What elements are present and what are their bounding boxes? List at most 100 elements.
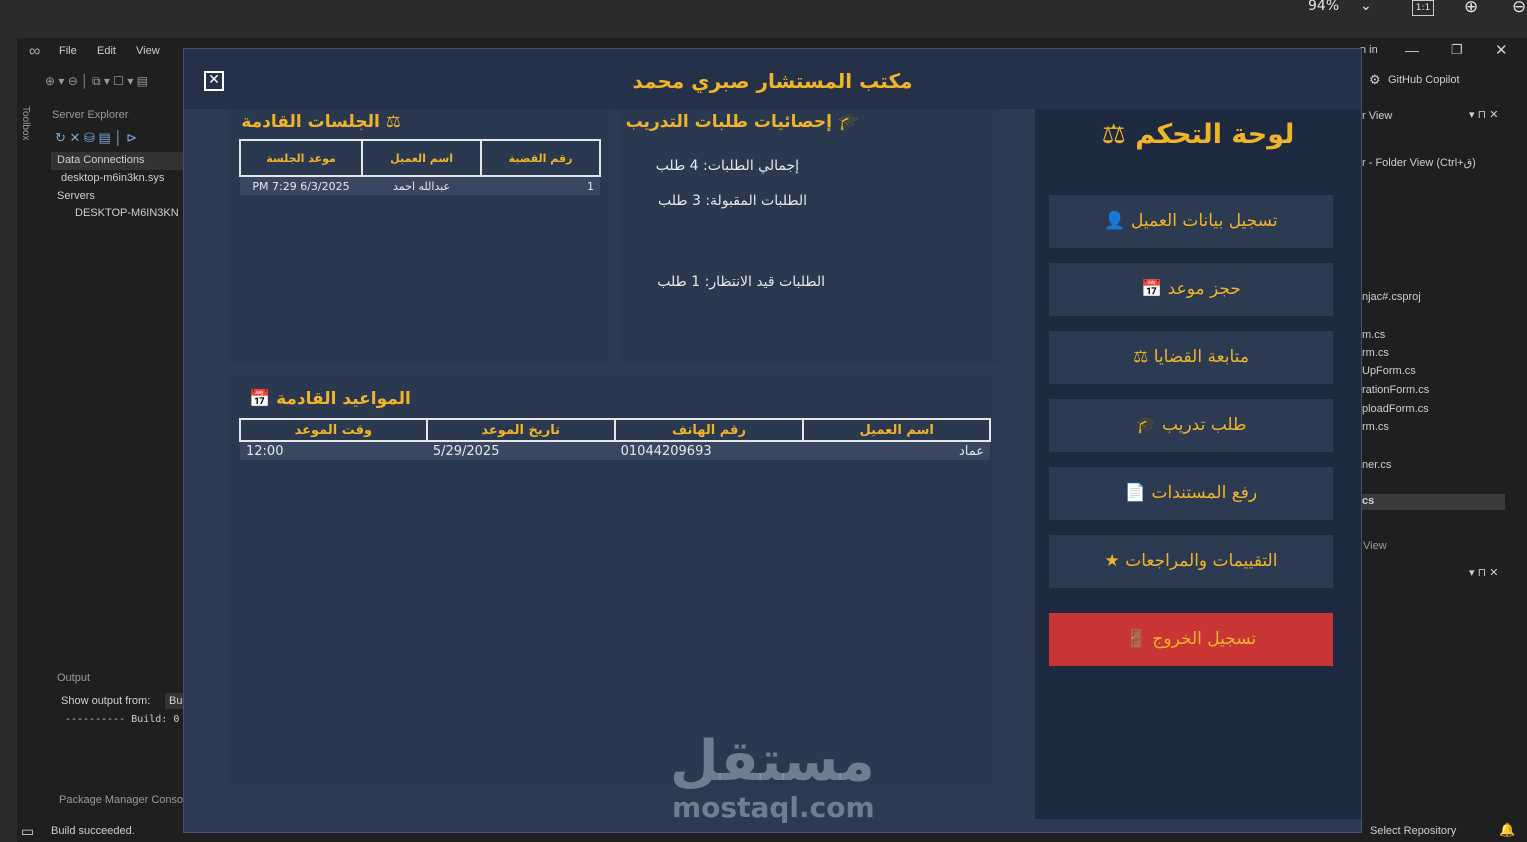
appointments-card: المواعيد القادمة 📅 اسم العميل رقم الهاتف…	[229, 374, 999, 784]
copilot-icon: ⚙	[1369, 72, 1381, 87]
toolbox-tab[interactable]: Toolbox	[17, 100, 35, 840]
graduation-cap-icon: 🎓	[837, 112, 859, 132]
pane-controls-2[interactable]: ▾ ⊓ ✕	[1469, 566, 1498, 579]
folder-view-search[interactable]: r - Folder View (Ctrl+ق)	[1362, 156, 1476, 169]
cell-phone: 01044209693	[614, 441, 804, 460]
cell-client-name: عماد	[803, 441, 990, 460]
control-panel-sidebar: لوحة التحكم ⚖ تسجيل بيانات العميل 👤 حجز …	[1035, 109, 1361, 819]
server-item[interactable]: DESKTOP-M6IN3KN	[75, 207, 179, 219]
watermark-url: mostaql.com	[672, 791, 875, 824]
training-title: 🎓 إحصائيات طلبات التدريب	[625, 112, 859, 132]
calendar-icon: 📅	[249, 389, 271, 409]
solution-file[interactable]: UpForm.cs	[1362, 365, 1416, 377]
vs-logo-icon: ∞	[29, 43, 41, 60]
graduation-cap-icon: 🎓	[1135, 415, 1157, 435]
sessions-table: رقم القضية اسم العميل موعد الجلسة 1 عبدا…	[238, 139, 601, 195]
table-row[interactable]: عماد 01044209693 5/29/2025 12:00	[240, 441, 990, 460]
total-requests: إجمالي الطلبات: 4 طلب	[655, 158, 799, 174]
training-stats-card: 🎓 إحصائيات طلبات التدريب إجمالي الطلبات:…	[620, 109, 999, 364]
chevron-down-icon[interactable]: ⌄	[1360, 0, 1372, 14]
status-text: Build succeeded.	[51, 825, 135, 837]
table-header-row: اسم العميل رقم الهاتف تاريخ الموعد وقت ا…	[239, 418, 991, 442]
selected-file-row[interactable]: cs	[1360, 494, 1505, 510]
restore-icon[interactable]: ❐	[1451, 42, 1463, 58]
document-icon: 📄	[1124, 483, 1147, 503]
accepted-requests: الطلبات المقبولة: 3 طلب	[657, 193, 807, 209]
solution-file[interactable]: njac#.csproj	[1362, 291, 1421, 303]
cell-date: 5/29/2025	[426, 441, 615, 460]
sign-in-link[interactable]: n in	[1360, 44, 1378, 56]
scales-icon: ⚖	[385, 112, 401, 132]
watermark-logo: مستقل	[670, 729, 875, 794]
cell-time: 12:00	[240, 441, 427, 460]
close-button[interactable]: ✕	[204, 71, 224, 91]
logout-button[interactable]: تسجيل الخروج 🚪	[1049, 613, 1333, 666]
solution-file[interactable]: m.cs	[1362, 329, 1385, 341]
dashboard-dialog: مكتب المستشار صبري محمد ✕ ⚖ الجلسات القا…	[183, 48, 1362, 833]
col-time[interactable]: وقت الموعد	[239, 418, 428, 442]
pending-requests: الطلبات قيد الانتظار: 1 طلب	[657, 274, 825, 290]
solution-file[interactable]: rm.cs	[1362, 347, 1389, 359]
package-manager-tab[interactable]: Package Manager Conso	[59, 794, 183, 806]
user-icon: 👤	[1104, 211, 1126, 231]
minimize-icon[interactable]: —	[1405, 42, 1419, 58]
actual-size-button[interactable]: 1:1	[1412, 0, 1434, 16]
star-icon: ★	[1104, 551, 1120, 571]
register-client-button[interactable]: تسجيل بيانات العميل 👤	[1049, 195, 1333, 248]
col-date[interactable]: تاريخ الموعد	[425, 418, 616, 442]
output-source-label: Show output from:	[61, 695, 151, 707]
reviews-button[interactable]: التقييمات والمراجعات ★	[1049, 535, 1333, 588]
zoom-in-icon[interactable]: ⊕	[1464, 0, 1478, 17]
solution-view-title: r View	[1362, 110, 1393, 122]
door-icon: 🚪	[1125, 629, 1148, 649]
cell-session-date: PM 7:29 6/3/2025	[240, 176, 363, 195]
status-icon: ▭	[21, 823, 35, 839]
appointments-title: المواعيد القادمة 📅	[249, 389, 411, 409]
menu-edit[interactable]: Edit	[97, 45, 116, 57]
col-client-name[interactable]: اسم العميل	[361, 139, 483, 177]
close-window-icon[interactable]: ✕	[1495, 41, 1508, 59]
book-appointment-button[interactable]: حجز موعد 📅	[1049, 263, 1333, 316]
cell-client-name: عبدالله احمد	[362, 176, 482, 195]
menu-file[interactable]: File	[59, 45, 77, 57]
solution-file[interactable]: ner.cs	[1362, 459, 1391, 471]
table-row[interactable]: 1 عبدالله احمد PM 7:29 6/3/2025	[240, 176, 600, 195]
col-client-name[interactable]: اسم العميل	[802, 418, 991, 442]
output-title: Output	[57, 672, 91, 684]
scales-icon: ⚖	[1133, 347, 1149, 367]
track-cases-button[interactable]: متابعة القضايا ⚖	[1049, 331, 1333, 384]
pane-controls[interactable]: ▾ ⊓ ✕	[1469, 108, 1498, 121]
output-line: ---------- Build: 0	[65, 714, 180, 725]
menu-view[interactable]: View	[136, 45, 160, 57]
col-phone[interactable]: رقم الهاتف	[613, 418, 805, 442]
server-explorer-toolbar: ↻ ✕ ⛁ ▤ │ ⊳	[55, 130, 138, 145]
solution-file[interactable]: ploadForm.cs	[1362, 403, 1429, 415]
view-tab[interactable]: View	[1363, 540, 1387, 552]
github-copilot-button[interactable]: GitHub Copilot	[1388, 74, 1460, 86]
sessions-card: ⚖ الجلسات القادمة رقم القضية اسم العميل …	[229, 109, 609, 364]
dialog-title: مكتب المستشار صبري محمد	[184, 49, 1361, 109]
col-case-number[interactable]: رقم القضية	[480, 139, 601, 177]
calendar-icon: 📅	[1141, 279, 1163, 299]
sessions-title: ⚖ الجلسات القادمة	[241, 112, 401, 132]
upload-documents-button[interactable]: رفع المستندات 📄	[1049, 467, 1333, 520]
solution-file[interactable]: rm.cs	[1362, 421, 1389, 433]
solution-file[interactable]: rationForm.cs	[1362, 384, 1429, 396]
sidebar-title: لوحة التحكم ⚖	[1101, 119, 1295, 150]
servers-node[interactable]: Servers	[57, 190, 95, 202]
col-session-date[interactable]: موعد الجلسة	[238, 139, 364, 177]
scales-icon: ⚖	[1101, 119, 1126, 150]
data-connections-row[interactable]: Data Connections	[51, 152, 183, 170]
cell-case-number: 1	[481, 176, 600, 195]
server-explorer-title: Server Explorer	[52, 109, 129, 121]
connection-item[interactable]: desktop-m6in3kn.sys	[61, 172, 164, 184]
table-header-row: رقم القضية اسم العميل موعد الجلسة	[238, 139, 601, 177]
vs-toolbar-icons: ⊕ ▾ ⊖ │ ⧉ ▾ ☐ ▾ ▤	[45, 74, 149, 88]
zoom-out-icon[interactable]: ⊖	[1512, 0, 1526, 17]
select-repository[interactable]: Select Repository	[1370, 825, 1456, 837]
viewer-toolbar: 94% ⌄ 1:1 ⊕ ⊖	[0, 0, 1527, 38]
appointments-table: اسم العميل رقم الهاتف تاريخ الموعد وقت ا…	[239, 418, 991, 460]
bell-icon[interactable]: 🔔	[1499, 822, 1515, 838]
training-request-button[interactable]: طلب تدريب 🎓	[1049, 399, 1333, 452]
zoom-level: 94%	[1308, 0, 1340, 14]
